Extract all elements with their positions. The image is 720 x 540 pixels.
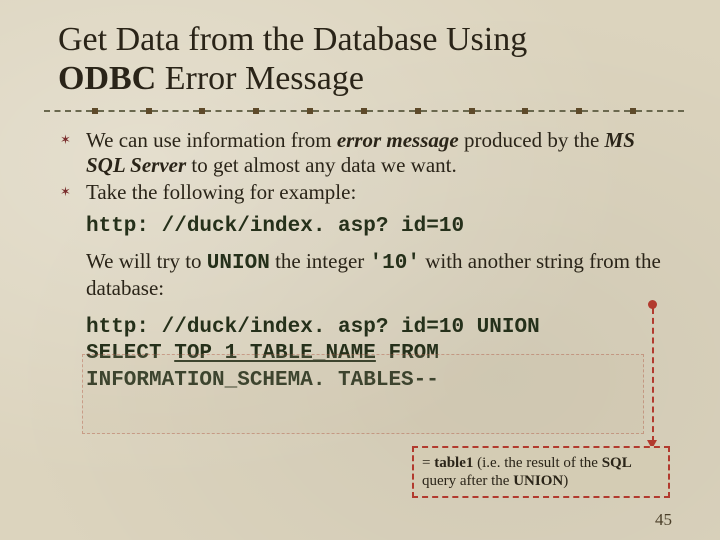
- text-bold: UNION: [513, 473, 563, 489]
- title-line1: Get Data from the Database Using: [58, 21, 527, 58]
- text-bold: table1: [434, 455, 473, 471]
- text: query after the: [422, 473, 513, 489]
- code-underline: TOP 1 TABLE_NAME: [174, 342, 376, 365]
- slide-title: Get Data from the Database Using ODBC Er…: [58, 20, 674, 98]
- text: (i.e. the result of the: [473, 455, 601, 471]
- text: to get almost any data we want.: [186, 153, 457, 177]
- connector-dot-icon: [648, 300, 657, 309]
- bullet-list: We can use information from error messag…: [58, 128, 674, 204]
- callout-box: = table1 (i.e. the result of the SQL que…: [412, 446, 670, 498]
- text: =: [422, 455, 434, 471]
- text-em: error message: [337, 128, 459, 152]
- code-inline: UNION: [207, 252, 270, 275]
- title-odbc: ODBC: [58, 60, 156, 97]
- text: ): [563, 473, 568, 489]
- code-line: SELECT: [86, 342, 174, 365]
- code-line: FROM: [376, 342, 439, 365]
- title-line2-rest: Error Message: [156, 60, 364, 97]
- text: Take the following for example:: [86, 180, 356, 204]
- code-line: INFORMATION_SCHEMA. TABLES--: [86, 369, 439, 392]
- text-bold: SQL: [602, 455, 632, 471]
- slide: Get Data from the Database Using ODBC Er…: [0, 0, 720, 540]
- text: produced by the: [459, 128, 605, 152]
- code-line: http: //duck/index. asp? id=10 UNION: [86, 316, 540, 339]
- code-url-1: http: //duck/index. asp? id=10: [86, 214, 674, 240]
- text: We can use information from: [86, 128, 337, 152]
- bullet-2: Take the following for example:: [58, 180, 674, 205]
- text: We will try to: [86, 249, 207, 273]
- paragraph-union: We will try to UNION the integer '10' wi…: [86, 249, 674, 301]
- code-inline: '10': [370, 252, 420, 275]
- code-url-2: http: //duck/index. asp? id=10 UNION SEL…: [86, 315, 674, 394]
- bullet-1: We can use information from error messag…: [58, 128, 674, 178]
- code-text: http: //duck/index. asp? id=10: [86, 215, 464, 238]
- divider: [44, 108, 684, 114]
- text: the integer: [270, 249, 370, 273]
- page-number: 45: [655, 510, 672, 530]
